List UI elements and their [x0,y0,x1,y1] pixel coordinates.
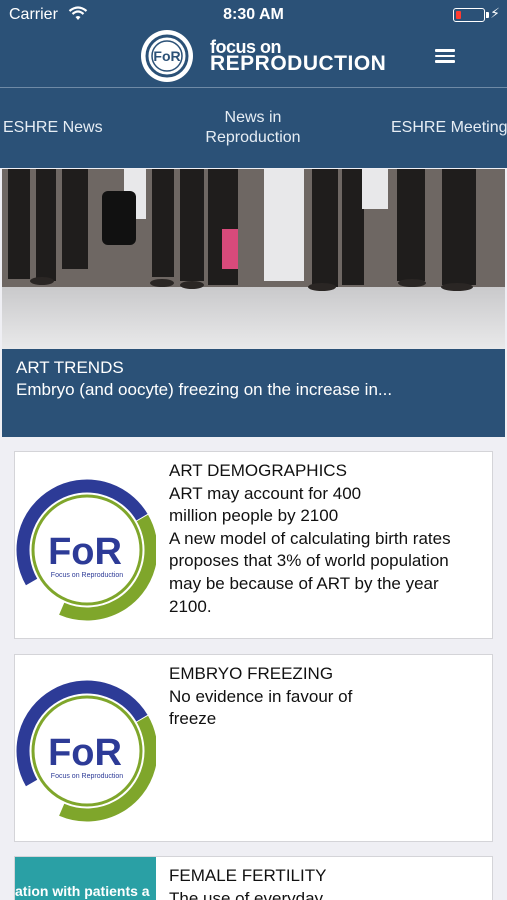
thumb-label: FoR [48,732,122,774]
logo-badge-text: FoR [153,48,180,64]
article-card[interactable]: FoR Focus on Reproduction ART DEMOGRAPHI… [14,451,493,639]
wordmark-line2: REPRODUCTION [210,52,387,75]
article-kicker: ART DEMOGRAPHICS [169,461,347,480]
tab-news-in-reproduction[interactable]: News in Reproduction [183,88,323,168]
featured-kicker: ART TRENDS [16,358,124,377]
hamburger-menu-icon[interactable] [431,46,459,70]
article-kicker: FEMALE FERTILITY [169,866,327,885]
tab-label: ESHRE Meetings [391,119,507,136]
thumb-text: ation with patients a [15,883,150,899]
tab-label: ESHRE News [3,119,103,136]
app-header: FoR focus on REPRODUCTION [0,30,507,87]
section-tabs: ESHRE News News in Reproduction ESHRE Me… [0,87,507,168]
status-bar: Carrier 8:30 AM ⚡ [0,0,507,30]
article-text: FEMALE FERTILITY The use of everyday [169,865,480,900]
article-text: ART DEMOGRAPHICS ART may account for 400… [169,460,480,618]
featured-article[interactable]: ART TRENDS Embryo (and oocyte) freezing … [2,169,505,437]
thumb-sub: Focus on Reproduction [51,572,123,579]
featured-headline: Embryo (and oocyte) freezing on the incr… [16,380,393,399]
for-logo-icon: FoR Focus on Reproduction [15,464,156,634]
featured-photo [2,169,505,349]
article-title: No evidence in favour of freeze [169,686,353,729]
tab-eshre-meetings[interactable]: ESHRE Meetings [391,88,507,168]
article-thumbnail: ation with patients a [15,857,156,900]
article-card[interactable]: ation with patients a FEMALE FERTILITY T… [14,856,493,900]
article-text: EMBRYO FREEZING No evidence in favour of… [169,663,480,731]
clock: 8:30 AM [223,6,284,23]
charging-bolt-icon: ⚡ [490,5,500,21]
tab-eshre-news[interactable]: ESHRE News [3,88,103,168]
article-card[interactable]: FoR Focus on Reproduction EMBRYO FREEZIN… [14,654,493,842]
thumb-label: FoR [48,531,122,573]
app-logo-icon[interactable]: FoR [141,30,193,82]
article-summary: A new model of calculating birth rates p… [169,528,451,616]
article-kicker: EMBRYO FREEZING [169,664,334,683]
battery-icon [453,8,489,22]
tab-label: News in Reproduction [205,109,301,146]
thumb-sub: Focus on Reproduction [51,773,123,780]
app-wordmark: focus on REPRODUCTION [210,38,386,74]
article-title: ART may account for 400 million people b… [169,483,362,526]
featured-caption: ART TRENDS Embryo (and oocyte) freezing … [2,349,505,437]
for-logo-icon: FoR Focus on Reproduction [15,665,156,835]
article-title: The use of everyday [169,888,324,900]
